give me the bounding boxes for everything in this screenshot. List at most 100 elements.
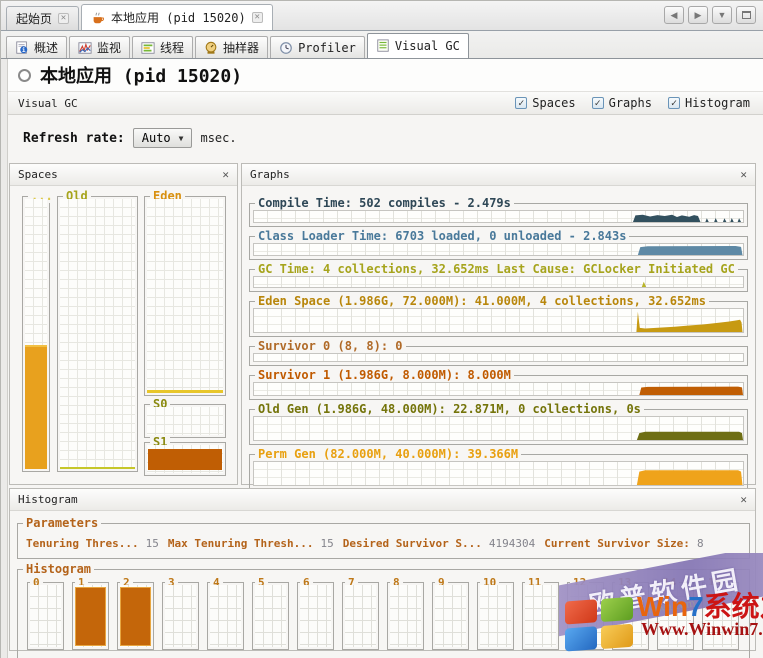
histogram-cell-grid xyxy=(525,585,556,647)
visual-gc-subheader: Visual GC ✓ Spaces ✓ Graphs ✓ Histogram xyxy=(8,91,763,115)
histogram-cell-grid xyxy=(615,585,646,647)
refresh-rate-select[interactable]: Auto ▼ xyxy=(133,128,193,148)
graphs-panel-header: Graphs ✕ xyxy=(242,164,755,186)
checkbox-label: Spaces xyxy=(532,96,575,110)
refresh-rate-label: Refresh rate: xyxy=(23,131,125,146)
view-toggle-checkbox[interactable]: ✓ Histogram xyxy=(668,96,750,110)
parameter-label: Max Tenuring Thresh... xyxy=(168,537,314,550)
close-icon[interactable]: ✕ xyxy=(740,168,747,181)
tab-overview-label: 概述 xyxy=(34,39,58,56)
graph-row: Class Loader Time: 6703 loaded, 0 unload… xyxy=(249,236,748,260)
histogram-cell-grid xyxy=(660,585,691,647)
nav-forward-button[interactable]: ▶ xyxy=(688,6,708,24)
tab-threads[interactable]: 线程 xyxy=(132,36,193,58)
histogram-cell-fill xyxy=(120,587,151,646)
graph-strip xyxy=(253,243,744,256)
parameter-value: 15 xyxy=(321,537,334,550)
tab-sampler-label: 抽样器 xyxy=(223,39,259,56)
tab-list-dropdown-button[interactable]: ▼ xyxy=(712,6,732,24)
maximize-button[interactable] xyxy=(736,6,756,24)
graph-strip xyxy=(253,461,744,486)
graphs-panel-title: Graphs xyxy=(250,168,290,181)
graph-row-label: Compile Time: 502 compiles - 2.479s xyxy=(255,196,514,210)
nav-back-button[interactable]: ◀ xyxy=(664,6,684,24)
tab-sampler[interactable]: 抽样器 xyxy=(195,36,268,58)
overview-icon: i xyxy=(15,41,29,55)
graph-row: Perm Gen (82.000M, 40.000M): 39.366M xyxy=(249,454,748,490)
space-column: Eden xyxy=(144,196,226,396)
histogram-cell: 1 xyxy=(72,582,109,650)
histogram-cell-grid xyxy=(705,585,736,647)
spaces-body: ... Old Eden S0 S1 xyxy=(10,186,237,484)
page-title: 本地应用 (pid 15020) xyxy=(40,62,242,88)
tab-profiler[interactable]: Profiler xyxy=(270,36,365,58)
tab-overview[interactable]: i 概述 xyxy=(6,36,67,58)
close-icon[interactable]: ✕ xyxy=(222,168,229,181)
graph-row-label: Class Loader Time: 6703 loaded, 0 unload… xyxy=(255,229,629,243)
graph-row-label: Perm Gen (82.000M, 40.000M): 39.366M xyxy=(255,447,521,461)
histogram-cell: 9 xyxy=(432,582,469,650)
close-icon[interactable]: ✕ xyxy=(58,13,69,24)
checkbox-icon: ✓ xyxy=(515,97,527,109)
histogram-groupbox: Histogram 0 1 2 3 4 5 6 7 8 9 xyxy=(17,569,750,658)
tab-local-app[interactable]: 本地应用 (pid 15020) ✕ xyxy=(81,4,273,30)
histogram-cell: 15 xyxy=(702,582,739,650)
tab-visual-gc[interactable]: Visual GC xyxy=(367,33,469,58)
profiler-clock-icon xyxy=(279,41,293,55)
tab-profiler-label: Profiler xyxy=(298,41,356,55)
parameter-value: 15 xyxy=(146,537,159,550)
histogram-cell: 12 xyxy=(567,582,604,650)
parameter: Current Survivor Size: 8 xyxy=(544,537,703,550)
parameter-label: Current Survivor Size: xyxy=(544,537,690,550)
histogram-cell-grid xyxy=(300,585,331,647)
histogram-cell: 10 xyxy=(477,582,514,650)
graphs-panel: Graphs ✕ Compile Time: 502 compiles - 2.… xyxy=(241,163,756,485)
histogram-cell: 7 xyxy=(342,582,379,650)
graph-fill xyxy=(254,383,743,395)
graph-row-label: Survivor 0 (8, 8): 0 xyxy=(255,339,406,353)
checkbox-label: Graphs xyxy=(609,96,652,110)
histogram-cell: 0 xyxy=(27,582,64,650)
left-edge-strip xyxy=(1,59,8,658)
graph-fill xyxy=(254,244,743,255)
tab-threads-label: 线程 xyxy=(160,39,184,56)
refresh-rate-row: Refresh rate: Auto ▼ msec. xyxy=(8,115,763,161)
graph-row-label: Old Gen (1.986G, 48.000M): 22.871M, 0 co… xyxy=(255,402,644,416)
tab-local-app-label: 本地应用 (pid 15020) xyxy=(111,9,246,26)
parameter-value: 8 xyxy=(697,537,704,550)
tab-start-page[interactable]: 起始页 ✕ xyxy=(6,6,79,30)
histogram-cell-grid xyxy=(570,585,601,647)
graph-row-label: Eden Space (1.986G, 72.000M): 41.000M, 4… xyxy=(255,294,709,308)
tab-monitor[interactable]: 监视 xyxy=(69,36,130,58)
graph-fill xyxy=(254,462,743,485)
refresh-rate-value: Auto xyxy=(142,131,171,145)
monitor-chart-icon xyxy=(78,41,92,55)
histogram-panel: Histogram ✕ Parameters Tenuring Thres...… xyxy=(9,488,756,651)
graph-fill xyxy=(254,211,743,222)
histogram-cell-grid xyxy=(345,585,376,647)
histogram-cell: 2 xyxy=(117,582,154,650)
histogram-cell-grid xyxy=(480,585,511,647)
histogram-cell: 14 xyxy=(657,582,694,650)
checkbox-icon: ✓ xyxy=(592,97,604,109)
sampler-gauge-icon xyxy=(204,41,218,55)
space-column: ... xyxy=(22,196,50,472)
space-column-fill xyxy=(148,449,222,470)
spaces-panel: Spaces ✕ ... Old Eden S0 S1 xyxy=(9,163,238,485)
close-icon[interactable]: ✕ xyxy=(740,493,747,506)
histogram-cell-grid xyxy=(435,585,466,647)
parameter-value: 4194304 xyxy=(489,537,535,550)
java-cup-icon xyxy=(91,11,105,25)
histogram-cell: 5 xyxy=(252,582,289,650)
checkbox-label: Histogram xyxy=(685,96,750,110)
view-toggle-checkbox[interactable]: ✓ Graphs xyxy=(592,96,652,110)
visualvm-window: 起始页 ✕ 本地应用 (pid 15020) ✕ ◀ ▶ ▼ xyxy=(0,0,763,658)
close-icon[interactable]: ✕ xyxy=(252,12,263,23)
histogram-panel-title: Histogram xyxy=(18,493,78,506)
tab-start-page-label: 起始页 xyxy=(16,10,52,27)
histogram-cell-grid xyxy=(165,585,196,647)
threads-icon xyxy=(141,41,155,55)
parameter: Tenuring Thres...15 xyxy=(26,537,159,550)
histogram-panel-header: Histogram ✕ xyxy=(10,489,755,511)
view-toggle-checkbox[interactable]: ✓ Spaces xyxy=(515,96,575,110)
